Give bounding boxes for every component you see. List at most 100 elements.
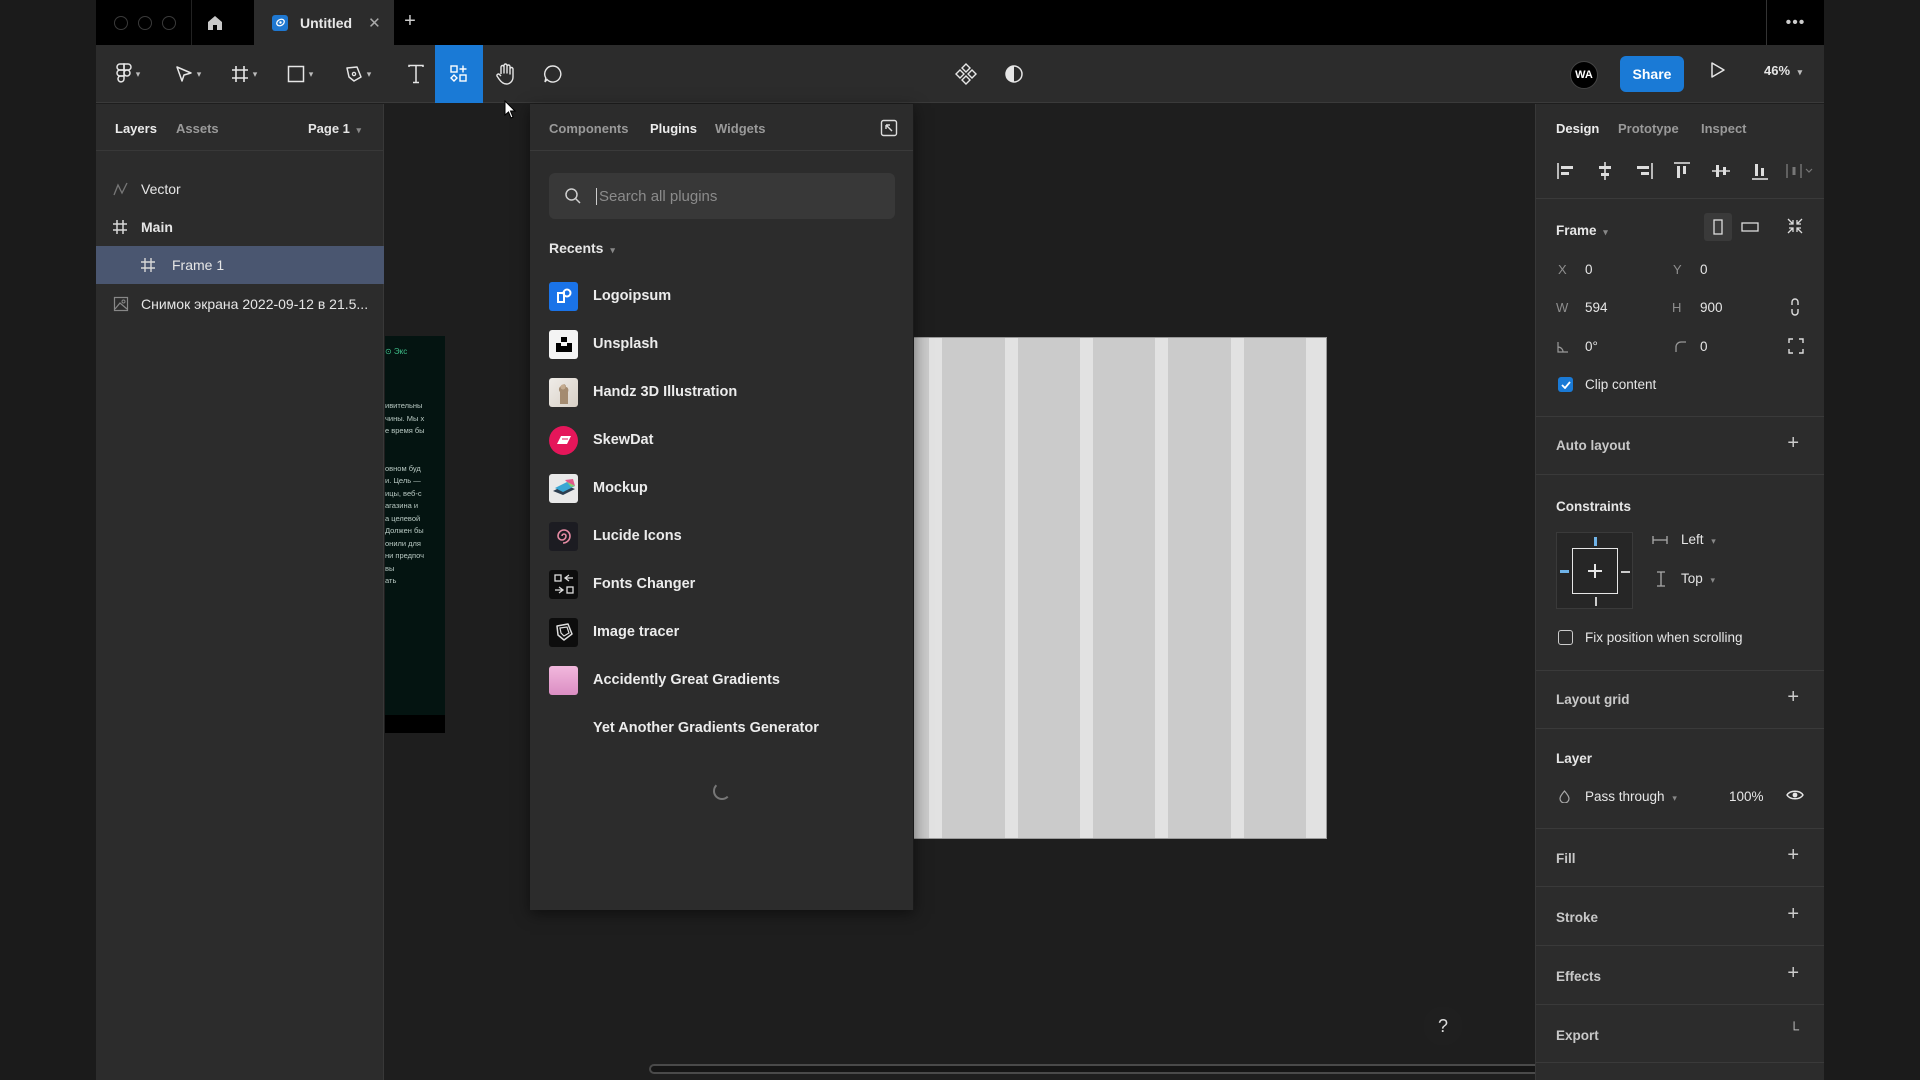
move-tool-button[interactable]: ▾ [166, 45, 210, 103]
user-avatar[interactable]: WA [1570, 61, 1598, 89]
y-input[interactable]: 0 [1700, 262, 1708, 277]
constrain-proportions-button[interactable] [1790, 297, 1800, 317]
pop-out-button[interactable] [880, 119, 898, 137]
align-bottom-icon[interactable] [1749, 160, 1771, 182]
resources-tool-button[interactable] [435, 45, 483, 103]
home-button[interactable] [191, 0, 237, 45]
more-options-button[interactable]: ••• [1766, 0, 1824, 45]
tab-layers[interactable]: Layers [115, 121, 157, 136]
present-button[interactable] [1710, 61, 1726, 79]
vertical-constraint-dropdown[interactable]: Top ▾ [1681, 571, 1715, 586]
align-top-icon[interactable] [1671, 160, 1693, 182]
constraint-left-active[interactable] [1560, 570, 1569, 573]
close-tab-icon[interactable]: ✕ [368, 14, 381, 32]
align-vertical-center-icon[interactable] [1710, 160, 1732, 182]
portrait-button[interactable] [1704, 213, 1732, 241]
constraint-top-active[interactable] [1594, 537, 1597, 546]
plugin-search-field[interactable] [549, 173, 895, 219]
plugin-item-image-tracer[interactable]: Image tracer [549, 612, 889, 652]
plugin-item-accidently-great-gradients[interactable]: Accidently Great Gradients [549, 660, 889, 700]
add-stroke-button[interactable]: + [1787, 903, 1799, 926]
layer-item-frame-1[interactable]: Frame 1 [96, 246, 384, 284]
clip-content-checkbox[interactable] [1558, 377, 1573, 392]
recents-label: Recents [549, 240, 604, 256]
pen-tool-button[interactable]: ▾ [336, 45, 380, 103]
tab-design[interactable]: Design [1556, 121, 1599, 136]
blend-mode-dropdown[interactable]: Pass through ▾ [1585, 789, 1677, 804]
align-right-icon[interactable] [1633, 160, 1655, 182]
constraint-bottom[interactable] [1595, 597, 1597, 606]
layer-item-vector[interactable]: Vector [96, 170, 384, 208]
tab-plugins[interactable]: Plugins [650, 121, 697, 136]
layer-item-main[interactable]: Main [96, 208, 384, 246]
handz-icon [549, 377, 578, 407]
width-input[interactable]: 594 [1585, 300, 1608, 315]
plugin-item-unsplash[interactable]: Unsplash [549, 324, 889, 364]
plugin-item-fonts-changer[interactable]: Fonts Changer [549, 564, 889, 604]
file-tab[interactable]: Untitled ✕ [254, 0, 394, 45]
contrast-toggle-button[interactable] [994, 45, 1034, 103]
plugin-item-handz[interactable]: Handz 3D Illustration [549, 372, 889, 412]
frame-tool-button[interactable]: ▾ [222, 45, 266, 103]
resize-to-fit-button[interactable] [1786, 217, 1804, 235]
horizontal-scrollbar[interactable] [649, 1064, 1617, 1074]
tab-widgets[interactable]: Widgets [715, 121, 765, 136]
constraints-widget[interactable] [1556, 532, 1633, 609]
visibility-toggle[interactable] [1786, 789, 1804, 801]
plugin-item-lucide-icons[interactable]: Lucide Icons [549, 516, 889, 556]
thumbnail-text-line: ни предпоч [385, 551, 425, 560]
horizontal-constraint-dropdown[interactable]: Left ▾ [1681, 532, 1716, 547]
frame-type-dropdown[interactable]: Frame ▾ [1556, 223, 1608, 238]
x-input[interactable]: 0 [1585, 262, 1593, 277]
tab-inspect[interactable]: Inspect [1701, 121, 1747, 136]
distribute-icon[interactable] [1784, 160, 1814, 182]
align-left-icon[interactable] [1555, 160, 1577, 182]
hand-tool-button[interactable] [483, 45, 529, 103]
tab-prototype[interactable]: Prototype [1618, 121, 1679, 136]
recents-dropdown[interactable]: Recents ▾ [549, 240, 615, 256]
components-button[interactable] [946, 45, 986, 103]
landscape-button[interactable] [1736, 213, 1764, 241]
zoom-dropdown[interactable]: 46% ▾ [1764, 63, 1802, 78]
add-fill-button[interactable]: + [1787, 844, 1799, 867]
checkmark-icon [1560, 380, 1571, 389]
thumbnail-text-line: Должен бы [385, 526, 424, 535]
text-tool-button[interactable] [396, 45, 436, 103]
add-layout-grid-button[interactable]: + [1787, 686, 1799, 709]
new-tab-button[interactable]: + [396, 10, 424, 33]
fix-position-checkbox[interactable] [1558, 630, 1573, 645]
main-menu-button[interactable]: ▾ [106, 45, 150, 103]
independent-corners-button[interactable] [1788, 338, 1804, 354]
layers-panel: Layers Assets Page 1 ▾ Vector Main Frame… [96, 104, 384, 1080]
shape-tool-button[interactable]: ▾ [278, 45, 322, 103]
tab-components[interactable]: Components [549, 121, 628, 136]
window-minimize-button[interactable] [138, 16, 152, 30]
layer-item-screenshot[interactable]: Снимок экрана 2022-09-12 в 21.5... [96, 285, 384, 323]
add-export-button[interactable]: └ [1789, 1021, 1799, 1037]
tab-assets[interactable]: Assets [176, 121, 219, 136]
add-auto-layout-button[interactable]: + [1787, 432, 1799, 455]
layout-grid-label: Layout grid [1556, 692, 1630, 707]
plugin-search-input[interactable] [596, 187, 876, 205]
opacity-input[interactable]: 100% [1729, 789, 1764, 804]
page-selector[interactable]: Page 1 ▾ [308, 121, 361, 136]
window-close-button[interactable] [114, 16, 128, 30]
help-button[interactable]: ? [1423, 1006, 1463, 1046]
screenshot-image-thumbnail[interactable]: ⊙ Экс ивительны чины. Мы х е время бы овном… [385, 336, 445, 733]
window-maximize-button[interactable] [162, 16, 176, 30]
help-icon: ? [1437, 1015, 1448, 1036]
height-input[interactable]: 900 [1700, 300, 1723, 315]
comment-tool-button[interactable] [530, 45, 576, 103]
plugin-item-skewdat[interactable]: SkewDat [549, 420, 889, 460]
align-horizontal-center-icon[interactable] [1594, 160, 1616, 182]
add-effect-button[interactable]: + [1787, 962, 1799, 985]
page-name: Page 1 [308, 121, 350, 136]
y-label: Y [1673, 262, 1682, 277]
share-button[interactable]: Share [1620, 56, 1684, 92]
rotation-input[interactable]: 0° [1585, 339, 1598, 354]
plugin-item-mockup[interactable]: Mockup [549, 468, 889, 508]
corner-radius-input[interactable]: 0 [1700, 339, 1708, 354]
plugin-item-yet-another-gradients-generator[interactable]: Yet Another Gradients Generator [549, 708, 889, 748]
constraint-right[interactable] [1621, 571, 1630, 573]
plugin-item-logoipsum[interactable]: Logoipsum [549, 276, 889, 316]
